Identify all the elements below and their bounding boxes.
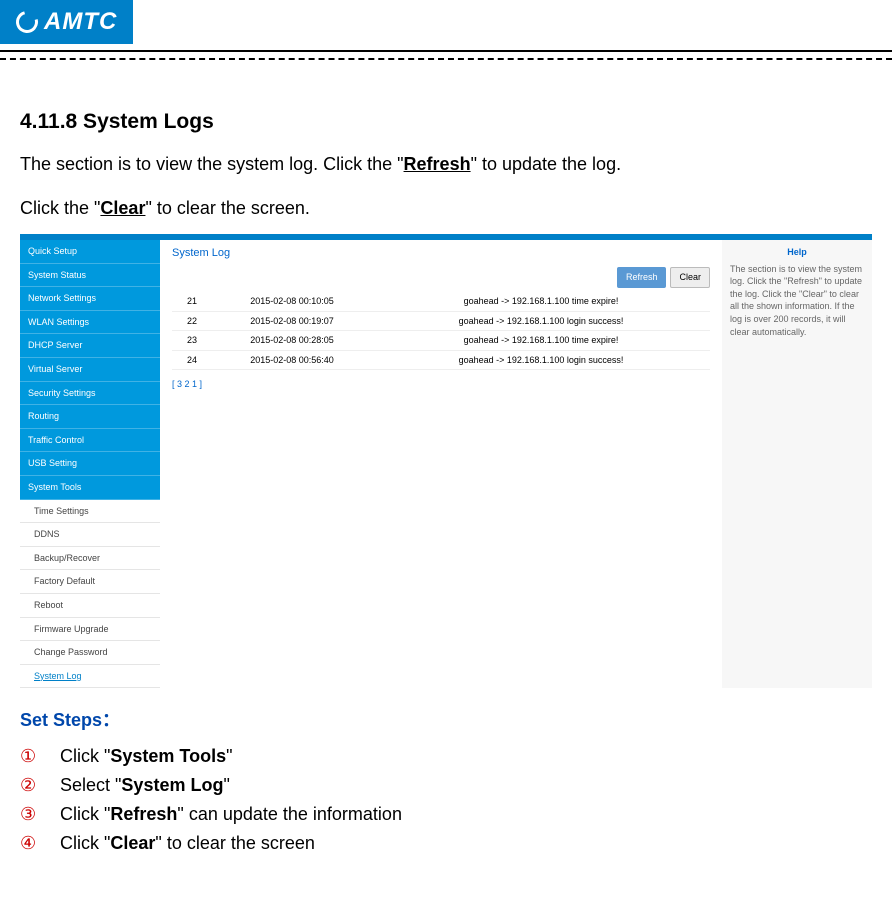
log-table: 212015-02-08 00:10:05goahead -> 192.168.…: [172, 292, 710, 370]
table-row: 212015-02-08 00:10:05goahead -> 192.168.…: [172, 292, 710, 311]
help-text: The section is to view the system log. C…: [730, 263, 864, 339]
sidebar-item[interactable]: WLAN Settings: [20, 311, 160, 335]
sidebar-subitem[interactable]: Reboot: [20, 594, 160, 618]
step-line: ④ Click "Clear" to clear the screen: [20, 833, 872, 854]
table-cell: 22: [172, 311, 212, 331]
table-cell: 21: [172, 292, 212, 311]
refresh-word: Refresh: [404, 154, 471, 174]
text: The section is to view the system log. C…: [20, 154, 404, 174]
step-line: ① Click "System Tools": [20, 746, 872, 767]
step-text: Click "Clear" to clear the screen: [60, 833, 315, 854]
brand-text: AMTC: [44, 8, 117, 36]
clear-word: Clear: [100, 198, 145, 218]
steps-list: ① Click "System Tools" ② Select "System Log…: [20, 746, 872, 854]
sidebar-item[interactable]: Security Settings: [20, 382, 160, 406]
table-cell: 2015-02-08 00:28:05: [212, 331, 372, 351]
table-cell: 2015-02-08 00:19:07: [212, 311, 372, 331]
sidebar-subitem[interactable]: System Log: [20, 665, 160, 689]
table-cell: 2015-02-08 00:56:40: [212, 350, 372, 370]
clear-button[interactable]: Clear: [670, 267, 710, 288]
help-panel: Help The section is to view the system l…: [722, 240, 872, 688]
table-row: 222015-02-08 00:19:07goahead -> 192.168.…: [172, 311, 710, 331]
logo-icon: [12, 7, 42, 37]
sidebar-item[interactable]: System Status: [20, 264, 160, 288]
sidebar-item[interactable]: Network Settings: [20, 287, 160, 311]
step-number: ③: [20, 804, 46, 825]
sidebar-item[interactable]: USB Setting: [20, 452, 160, 476]
intro-line-1: The section is to view the system log. C…: [20, 146, 872, 182]
sidebar-subitem[interactable]: Backup/Recover: [20, 547, 160, 571]
table-cell: goahead -> 192.168.1.100 login success!: [372, 350, 710, 370]
sidebar-item[interactable]: Virtual Server: [20, 358, 160, 382]
text: " to update the log.: [471, 154, 622, 174]
table-cell: goahead -> 192.168.1.100 login success!: [372, 311, 710, 331]
sidebar-item[interactable]: Routing: [20, 405, 160, 429]
divider-solid: [0, 50, 892, 52]
sidebar-subitem[interactable]: Change Password: [20, 641, 160, 665]
step-number: ④: [20, 833, 46, 854]
pager[interactable]: [ 3 2 1 ]: [172, 378, 710, 391]
step-line: ② Select "System Log": [20, 775, 872, 796]
intro-line-2: Click the "Clear" to clear the screen.: [20, 190, 872, 226]
step-line: ③ Click "Refresh" can update the informat…: [20, 804, 872, 825]
refresh-button[interactable]: Refresh: [617, 267, 667, 288]
step-number: ①: [20, 746, 46, 767]
router-ui-screenshot: Quick SetupSystem StatusNetwork Settings…: [20, 234, 872, 688]
table-row: 232015-02-08 00:28:05goahead -> 192.168.…: [172, 331, 710, 351]
table-cell: 24: [172, 350, 212, 370]
sidebar-subitem[interactable]: Factory Default: [20, 570, 160, 594]
step-text: Select "System Log": [60, 775, 230, 796]
table-cell: 23: [172, 331, 212, 351]
table-row: 242015-02-08 00:56:40goahead -> 192.168.…: [172, 350, 710, 370]
sidebar-subitem[interactable]: Firmware Upgrade: [20, 618, 160, 642]
panel-title: System Log: [172, 246, 710, 261]
steps-heading: Set Steps：: [20, 706, 872, 732]
sidebar-subitem[interactable]: DDNS: [20, 523, 160, 547]
section-heading: 4.11.8 System Logs: [20, 110, 872, 134]
step-text: Click "System Tools": [60, 746, 232, 767]
help-title: Help: [730, 246, 864, 259]
sidebar-item[interactable]: Quick Setup: [20, 240, 160, 264]
main-panel: System Log Refresh Clear 212015-02-08 00…: [160, 240, 722, 688]
table-cell: goahead -> 192.168.1.100 time expire!: [372, 331, 710, 351]
sidebar-nav: Quick SetupSystem StatusNetwork Settings…: [20, 240, 160, 688]
sidebar-item[interactable]: Traffic Control: [20, 429, 160, 453]
step-number: ②: [20, 775, 46, 796]
sidebar-item[interactable]: System Tools: [20, 476, 160, 500]
text: Click the ": [20, 198, 100, 218]
sidebar-item[interactable]: DHCP Server: [20, 334, 160, 358]
table-cell: goahead -> 192.168.1.100 time expire!: [372, 292, 710, 311]
sidebar-subitem[interactable]: Time Settings: [20, 500, 160, 524]
table-cell: 2015-02-08 00:10:05: [212, 292, 372, 311]
brand-logo: AMTC: [0, 0, 133, 44]
divider-dashed: [0, 58, 892, 60]
step-text: Click "Refresh" can update the informati…: [60, 804, 402, 825]
text: " to clear the screen.: [145, 198, 309, 218]
